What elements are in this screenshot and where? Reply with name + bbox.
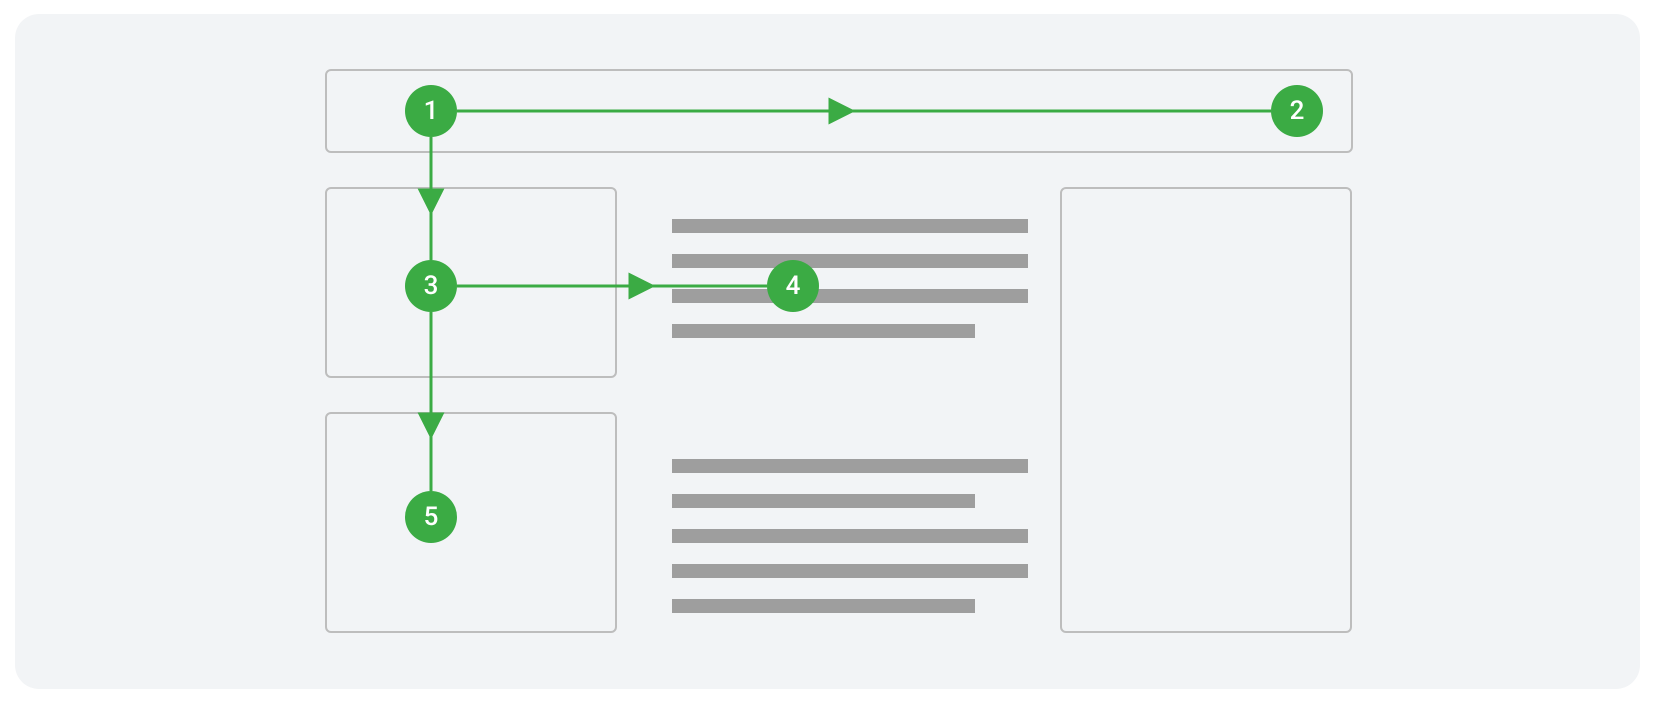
- wireframe-header: [325, 69, 1353, 153]
- wireframe-paragraph-1: [672, 219, 1028, 359]
- wireframe-left-card-top: [325, 187, 617, 378]
- wireframe-paragraph-2: [672, 459, 1028, 634]
- text-line-icon: [672, 254, 1028, 268]
- focus-marker-3: 3: [405, 260, 457, 312]
- marker-label: 5: [424, 502, 439, 532]
- focus-marker-1: 1: [405, 85, 457, 137]
- text-line-icon: [672, 289, 1028, 303]
- marker-label: 3: [424, 271, 439, 301]
- text-line-icon: [672, 564, 1028, 578]
- text-line-icon: [672, 459, 1028, 473]
- focus-marker-5: 5: [405, 491, 457, 543]
- focus-marker-2: 2: [1271, 85, 1323, 137]
- wireframe-sidebar: [1060, 187, 1352, 633]
- text-line-icon: [672, 529, 1028, 543]
- focus-marker-4: 4: [767, 260, 819, 312]
- diagram-canvas: 1 2 3 4 5: [15, 14, 1640, 689]
- text-line-icon: [672, 324, 975, 338]
- wireframe-left-card-bottom: [325, 412, 617, 633]
- marker-label: 2: [1290, 96, 1305, 126]
- marker-label: 4: [786, 271, 801, 301]
- text-line-icon: [672, 599, 975, 613]
- text-line-icon: [672, 219, 1028, 233]
- text-line-icon: [672, 494, 975, 508]
- marker-label: 1: [424, 96, 439, 126]
